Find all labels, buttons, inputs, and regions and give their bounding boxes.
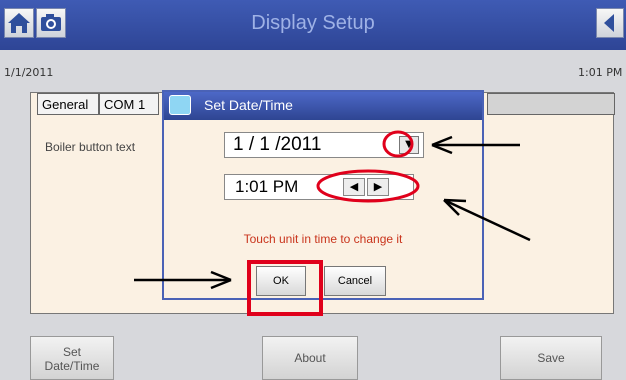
status-date: 1/1/2011 <box>4 66 54 79</box>
set-datetime-label-line2: Date/Time <box>44 359 100 373</box>
window-title: Display Setup <box>251 12 375 34</box>
camera-icon <box>169 95 191 115</box>
back-icon <box>604 14 614 32</box>
chevron-left-icon: ◀ <box>349 180 359 193</box>
tab-com1[interactable]: COM 1 <box>99 93 159 115</box>
save-button[interactable]: Save <box>500 336 602 380</box>
date-dropdown-button[interactable]: ▼ <box>399 136 419 154</box>
time-field[interactable]: 1:01 PM ◀ ▶ <box>224 174 414 200</box>
status-bar: 1/1/2011 1:01 PM <box>0 54 626 90</box>
set-datetime-label-line1: Set <box>62 345 81 359</box>
chevron-down-icon: ▼ <box>405 139 413 150</box>
time-change-hint: Touch unit in time to change it <box>243 232 403 246</box>
back-button[interactable] <box>596 8 624 38</box>
date-value: 1 / 1 /2011 <box>233 134 322 155</box>
dialog-title: Set Date/Time <box>204 97 293 113</box>
about-button[interactable]: About <box>262 336 358 380</box>
title-bar: Display Setup <box>0 0 626 50</box>
cancel-button[interactable]: Cancel <box>324 266 386 296</box>
boiler-button-text-label: Boiler button text <box>45 140 136 154</box>
chevron-right-icon: ▶ <box>373 180 383 193</box>
date-field[interactable]: 1 / 1 /2011 ▼ <box>224 132 424 158</box>
status-time: 1:01 PM <box>578 66 623 79</box>
ok-button[interactable]: OK <box>256 266 306 296</box>
time-decrement-button[interactable]: ◀ <box>343 178 365 196</box>
app-window: Display Setup 1/1/2011 1:01 PM General C… <box>0 0 626 380</box>
set-datetime-dialog: Set Date/Time 1 / 1 /2011 ▼ 1:01 PM ◀ ▶ … <box>162 90 484 300</box>
time-value: 1:01 PM <box>235 177 299 196</box>
time-increment-button[interactable]: ▶ <box>367 178 389 196</box>
set-datetime-button[interactable]: Set Date/Time <box>30 336 114 380</box>
tab-general[interactable]: General <box>37 93 99 115</box>
dialog-title-bar: Set Date/Time <box>164 92 482 120</box>
tab-strip-filler <box>487 93 615 115</box>
